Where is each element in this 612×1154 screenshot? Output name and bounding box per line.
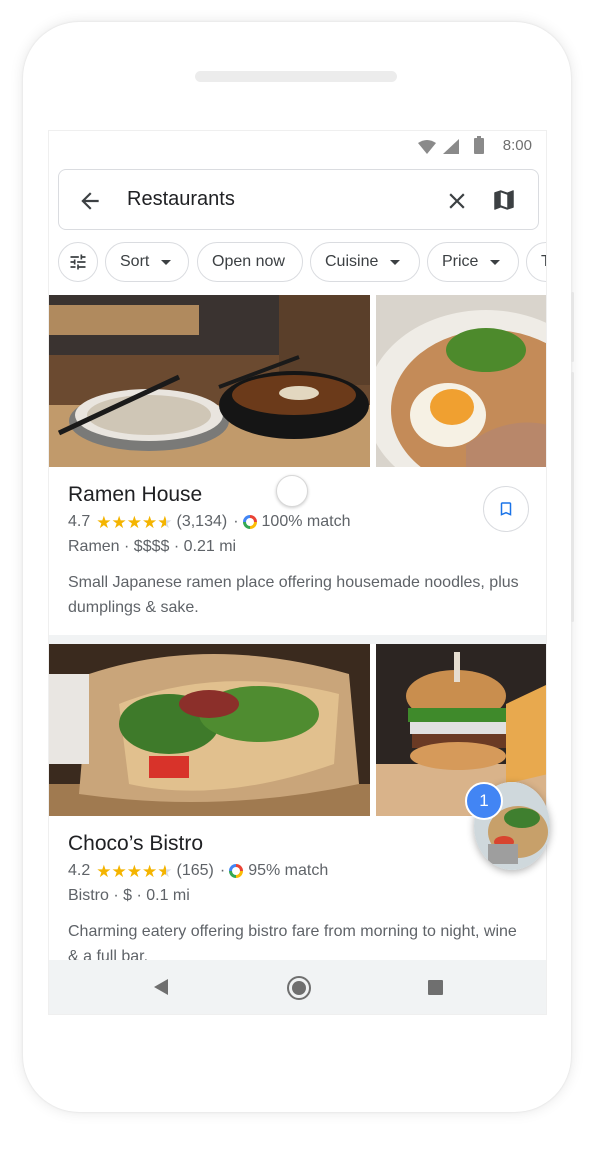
star-icon: ★ [96, 861, 112, 881]
app-screen: 8:00 Restaurants Sort Open now Cuisine P… [48, 130, 547, 1015]
match-score: 95% match [248, 862, 329, 879]
separator-dot: · [219, 862, 226, 879]
half-star-icon: ★ [157, 512, 173, 532]
phone-side-button [571, 372, 574, 622]
rating-row: 4.7 ★ ★ ★ ★ ★ (3,134) · 100% match [68, 513, 350, 531]
save-button[interactable] [483, 486, 529, 532]
review-count: (165) [176, 862, 214, 879]
star-icon: ★ [111, 512, 127, 532]
status-time: 8:00 [502, 137, 532, 154]
filter-chip[interactable] [58, 242, 98, 282]
review-count: (3,134) [176, 513, 228, 530]
rating-value: 4.2 [68, 862, 91, 879]
close-icon[interactable] [444, 188, 470, 214]
place-meta: Bistro · $ · 0.1 mi [68, 887, 190, 904]
price-chip[interactable]: Price [427, 242, 519, 282]
status-bar: 8:00 [49, 131, 546, 161]
place-meta: Ramen · $$$$ · 0.21 mi [68, 538, 237, 555]
card-divider [49, 635, 546, 644]
rating-row: 4.2 ★ ★ ★ ★ ★ (165) · 95% match [68, 862, 328, 880]
chip-label: Cuisine [325, 253, 379, 270]
chip-label: T [541, 253, 546, 271]
chevron-down-icon [390, 259, 401, 265]
result-card-ramen-house[interactable]: Ramen House 4.7 ★ ★ ★ ★ ★ (3,134) · 100% mat… [49, 295, 546, 635]
google-match-icon [229, 864, 244, 878]
sort-chip[interactable]: Sort [105, 242, 189, 282]
chip-label: Open now [212, 253, 285, 270]
star-icon: ★ [142, 512, 158, 532]
nav-home-icon[interactable] [287, 976, 311, 1000]
nav-back-icon[interactable] [154, 979, 168, 995]
separator-dot: · [233, 513, 239, 530]
google-match-icon [242, 515, 257, 529]
cuisine-chip[interactable]: Cuisine [310, 242, 420, 282]
place-name[interactable]: Choco’s Bistro [68, 832, 203, 856]
search-query[interactable]: Restaurants [127, 188, 235, 211]
rating-value: 4.7 [68, 513, 91, 530]
chip-label: Sort [120, 253, 150, 270]
chip-label: Price [442, 253, 479, 270]
map-icon[interactable] [491, 187, 517, 213]
match-score: 100% match [261, 513, 351, 530]
star-icon: ★ [96, 512, 112, 532]
filter-icon [70, 254, 86, 270]
more-chip[interactable]: T [526, 242, 546, 282]
star-icon: ★ [142, 861, 158, 881]
star-icon: ★ [111, 861, 127, 881]
system-nav-bar [49, 960, 546, 1014]
battery-icon [474, 136, 484, 154]
flatbread-photo[interactable] [49, 644, 370, 816]
ramen-photo[interactable] [49, 295, 370, 467]
back-arrow-icon[interactable] [77, 188, 103, 214]
wifi-icon [418, 140, 436, 154]
filter-chips: Sort Open now Cuisine Price T [49, 242, 546, 282]
nav-recents-icon[interactable] [428, 980, 443, 995]
ramen-closeup-photo[interactable] [376, 295, 546, 467]
star-rating: ★ ★ ★ ★ ★ [96, 863, 172, 880]
chat-head-badge: 1 [465, 782, 503, 820]
touch-indicator [276, 475, 308, 507]
place-description: Small Japanese ramen place offering hous… [68, 574, 519, 616]
bookmark-icon [500, 502, 512, 516]
phone-side-button [571, 292, 574, 362]
star-icon: ★ [126, 512, 142, 532]
open-now-chip[interactable]: Open now [197, 242, 303, 282]
place-name[interactable]: Ramen House [68, 483, 202, 507]
phone-speaker [195, 71, 397, 82]
half-star-icon: ★ [157, 861, 173, 881]
star-rating: ★ ★ ★ ★ ★ [96, 514, 172, 531]
chevron-down-icon [161, 259, 172, 265]
star-icon: ★ [126, 861, 142, 881]
search-bar[interactable]: Restaurants [58, 169, 539, 230]
signal-icon [443, 139, 459, 154]
chevron-down-icon [490, 259, 501, 265]
